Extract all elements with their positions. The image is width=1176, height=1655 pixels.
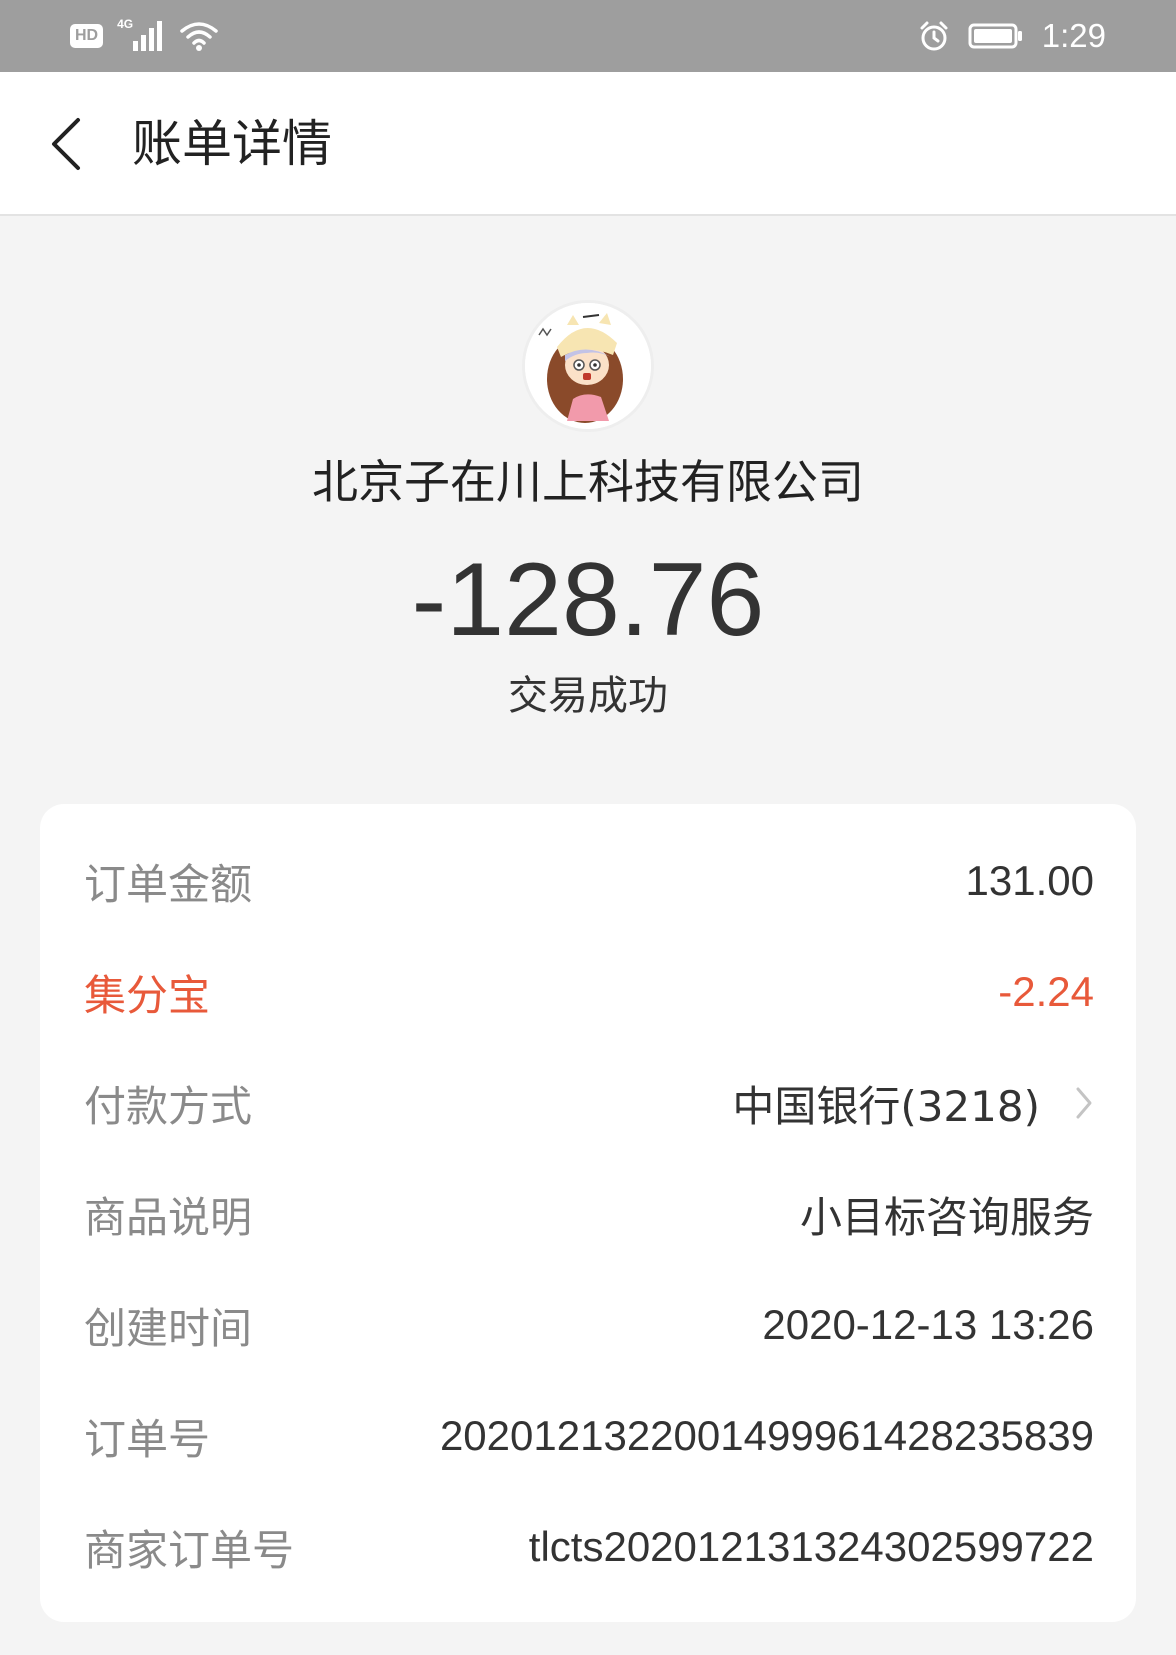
alarm-icon bbox=[918, 20, 950, 52]
merchant-order-no-row: 商家订单号 tlcts20201213132430259972​2 bbox=[84, 1512, 1094, 1582]
page-title: 账单详情 bbox=[132, 115, 332, 173]
cartoon-girl-avatar-icon bbox=[525, 303, 651, 429]
order-amount-row: 订单金额 131.00 bbox=[84, 846, 1094, 916]
order-no-row: 订单号 2020121322001499961428235839 bbox=[84, 1401, 1094, 1471]
order-amount-value: 131.00 bbox=[965, 857, 1094, 904]
battery-icon bbox=[968, 22, 1024, 50]
status-time: 1:29 bbox=[1041, 17, 1106, 54]
order-no-value: 2020121322001499961428235839 bbox=[439, 1412, 1094, 1459]
payment-method-value-group: 中国银行(3218) bbox=[732, 1073, 1094, 1134]
order-amount-label: 订单金额 bbox=[84, 859, 253, 909]
created-time-label: 创建时间 bbox=[84, 1303, 253, 1353]
payment-method-label: 付款方式 bbox=[84, 1081, 253, 1131]
merchant-name: 北京子在川上科技有限公司 bbox=[312, 455, 864, 509]
chevron-right-icon bbox=[1074, 1083, 1094, 1123]
product-desc-row: 商品说明 小目标咨询服务 bbox=[84, 1179, 1094, 1249]
app-header: 账单详情 bbox=[0, 72, 1176, 216]
points-value: -2.24 bbox=[998, 968, 1094, 1015]
status-bar: HD 4G 1:29 bbox=[0, 0, 1176, 72]
status-right-group: 1:29 bbox=[918, 16, 1106, 56]
order-no-label: 订单号 bbox=[84, 1414, 211, 1464]
payment-method-row[interactable]: 付款方式 中国银行(3218) bbox=[84, 1068, 1094, 1138]
created-time-value: 2020-12-13 13:26 bbox=[762, 1301, 1094, 1348]
wifi-icon bbox=[179, 19, 219, 53]
payment-method-value: 中国银行(3218) bbox=[732, 1081, 1040, 1131]
chevron-left-icon bbox=[52, 118, 80, 170]
back-button[interactable] bbox=[36, 108, 96, 180]
transaction-amount: -128.76 bbox=[411, 542, 765, 658]
merchant-avatar bbox=[522, 300, 654, 432]
merchant-order-no-value: tlcts20201213132430259972​2 bbox=[528, 1523, 1094, 1570]
points-label: 集分宝 bbox=[84, 970, 211, 1020]
hd-icon: HD bbox=[70, 24, 104, 48]
status-left-group: HD 4G bbox=[70, 17, 219, 54]
product-desc-value: 小目标咨询服务 bbox=[799, 1193, 1094, 1241]
transaction-status: 交易成功 bbox=[508, 673, 668, 719]
detail-card: 订单金额 131.00 集分宝 -2.24 付款方式 中国银行(3218) 商品… bbox=[40, 804, 1136, 1622]
created-time-row: 创建时间 2020-12-13 13:26 bbox=[84, 1290, 1094, 1360]
points-row: 集分宝 -2.24 bbox=[84, 957, 1094, 1027]
merchant-order-no-label: 商家订单号 bbox=[84, 1525, 295, 1575]
signal-icon: 4G bbox=[117, 17, 165, 53]
product-desc-label: 商品说明 bbox=[84, 1192, 253, 1242]
